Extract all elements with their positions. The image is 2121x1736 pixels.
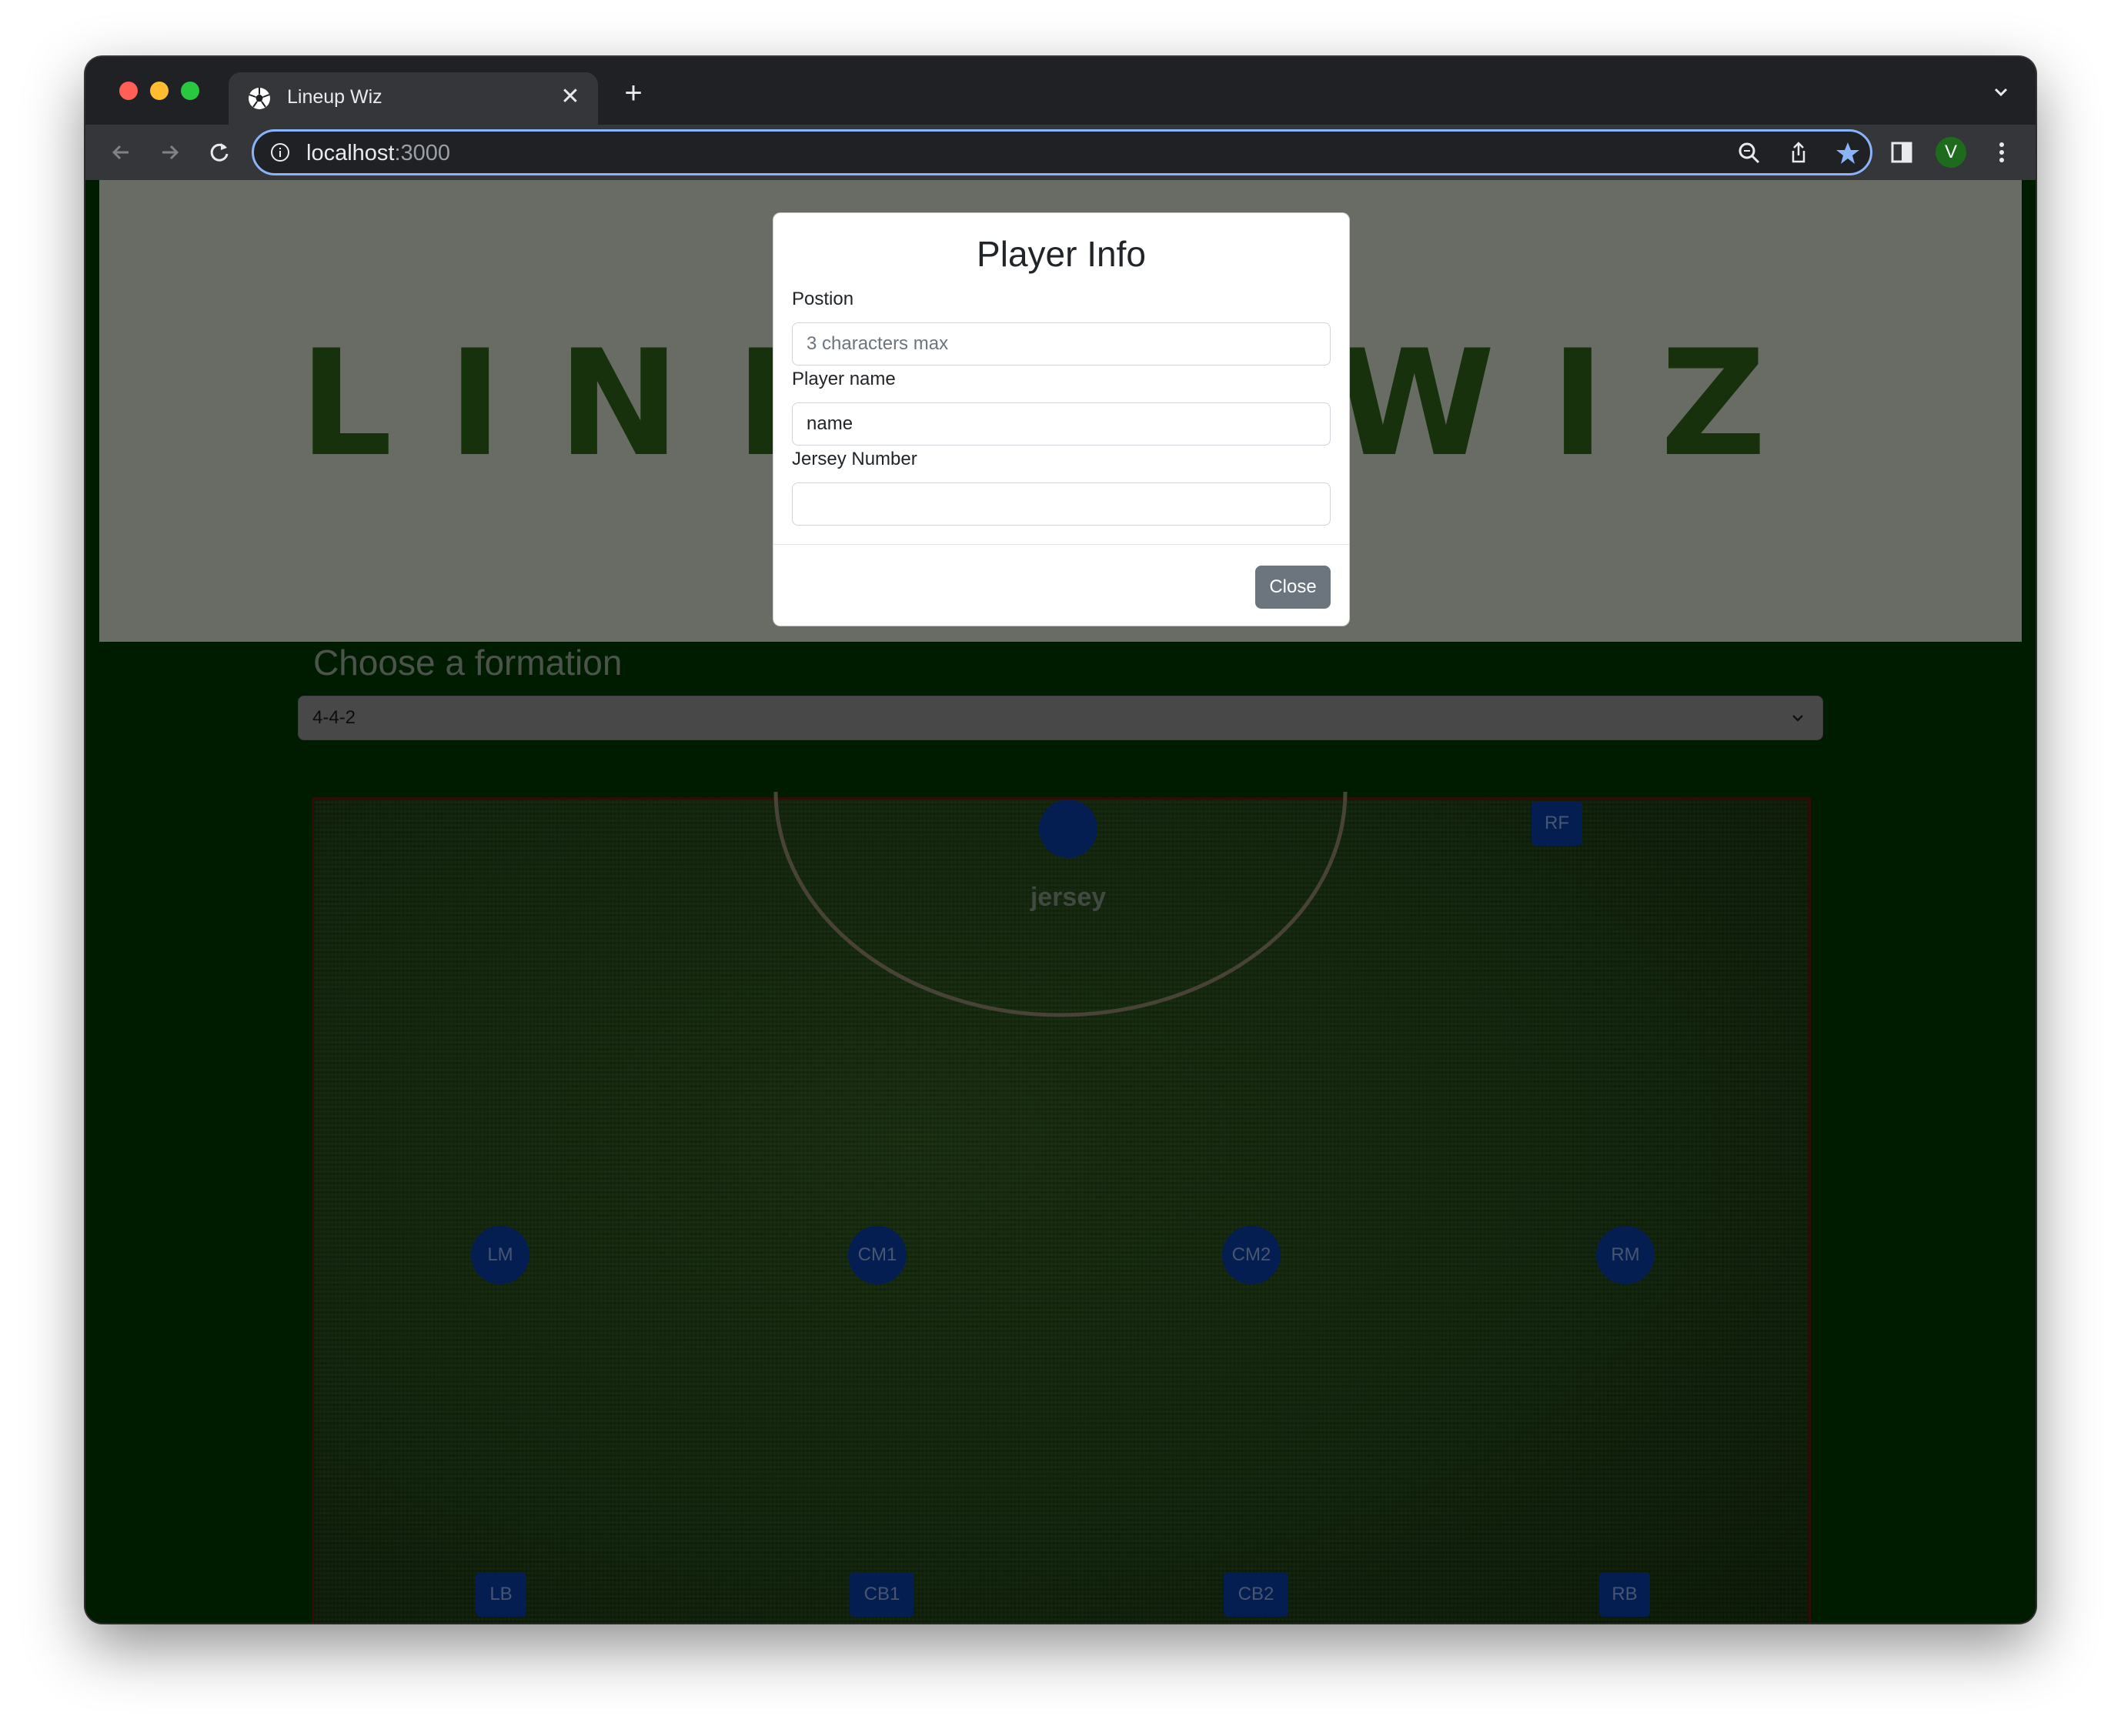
browser-tab[interactable]: Lineup Wiz ✕ <box>229 72 598 125</box>
profile-avatar[interactable]: V <box>1936 137 1966 168</box>
tab-title: Lineup Wiz <box>287 86 382 108</box>
browser-window: Lineup Wiz ✕ + localhost:3000 V LINEUP W… <box>85 57 2036 1623</box>
kebab-menu-icon[interactable] <box>1986 137 2017 168</box>
minimize-window-button[interactable] <box>150 82 169 100</box>
forward-arrow-icon[interactable] <box>155 137 185 168</box>
jersey-number-label: Jersey Number <box>792 449 917 469</box>
close-window-button[interactable] <box>119 82 138 100</box>
position-input[interactable] <box>792 322 1331 366</box>
browser-toolbar: localhost:3000 V <box>85 125 2036 180</box>
new-tab-button[interactable]: + <box>620 78 647 108</box>
address-bar[interactable]: localhost:3000 <box>252 129 1872 175</box>
tab-search-chevron-icon[interactable] <box>1989 80 2012 103</box>
soccer-ball-icon <box>249 88 270 109</box>
close-button[interactable]: Close <box>1255 566 1331 609</box>
back-arrow-icon[interactable] <box>105 137 136 168</box>
url-text: localhost:3000 <box>306 141 450 166</box>
side-panel-icon[interactable] <box>1886 137 1917 168</box>
maximize-window-button[interactable] <box>181 82 199 100</box>
site-info-icon[interactable] <box>269 142 291 163</box>
reload-icon[interactable] <box>204 137 235 168</box>
modal-title: Player Info <box>977 234 1146 274</box>
zoom-icon[interactable] <box>1736 140 1762 166</box>
url-port: :3000 <box>394 141 451 165</box>
bookmark-star-icon[interactable] <box>1835 140 1861 166</box>
player-info-modal: Player Info Postion Player name Jersey N… <box>773 212 1350 626</box>
player-name-label: Player name <box>792 369 896 389</box>
modal-footer-divider <box>773 544 1349 545</box>
tab-strip: Lineup Wiz ✕ + <box>85 57 2036 125</box>
jersey-number-input[interactable] <box>792 482 1331 526</box>
tab-close-icon[interactable]: ✕ <box>556 83 584 111</box>
url-host: localhost <box>306 141 395 165</box>
player-name-input[interactable] <box>792 402 1331 446</box>
share-icon[interactable] <box>1785 140 1812 166</box>
page-viewport: LINEUP WIZ Choose a formation 4-4-2 jers… <box>85 180 2036 1623</box>
position-label: Postion <box>792 289 854 309</box>
